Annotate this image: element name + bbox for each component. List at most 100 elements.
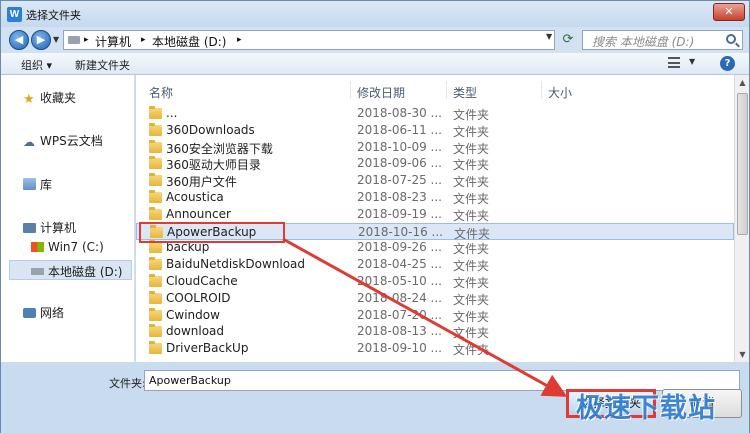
view-options-icon[interactable]	[668, 57, 680, 68]
help-icon[interactable]: ?	[720, 56, 735, 71]
file-name: Announcer	[166, 206, 231, 221]
file-name: DriverBackUp	[166, 341, 249, 356]
nav-label: 网络	[40, 306, 65, 320]
file-type: 文件夹	[453, 175, 490, 190]
column-divider[interactable]	[541, 81, 542, 99]
scroll-thumb[interactable]	[737, 93, 748, 235]
folder-icon	[149, 139, 162, 153]
file-name: 360Downloads	[166, 122, 255, 137]
nav-label: 库	[40, 178, 53, 192]
search-input[interactable]: 搜索 本地磁盘 (D:)	[582, 30, 743, 50]
nav-item-local-disk-d[interactable]: 本地磁盘 (D:)	[31, 263, 122, 280]
nav-item-win7[interactable]: Win7 (C:)	[31, 240, 104, 254]
nav-item-network[interactable]: 网络	[23, 304, 64, 321]
nav-label: 本地磁盘 (D:)	[48, 265, 123, 279]
column-header-type[interactable]: 类型	[453, 84, 477, 101]
organize-button[interactable]: 组织 ▾	[21, 57, 52, 73]
column-divider[interactable]	[446, 81, 447, 99]
drive-icon	[31, 268, 44, 275]
table-row[interactable]: ... 2018-08-30 ... 文件夹	[136, 105, 734, 122]
library-icon	[23, 178, 36, 190]
table-row[interactable]: COOLROID 2018-08-24 ... 文件夹	[136, 290, 734, 307]
breadcrumb-separator-icon: ▸	[237, 35, 242, 45]
nav-label: WPS云文档	[40, 134, 103, 148]
recent-dropdown-icon[interactable]: ▼	[53, 35, 59, 44]
forward-arrow-icon[interactable]: ▶	[31, 30, 51, 50]
drive-icon	[68, 36, 80, 44]
modified-date: 2018-06-11 ...	[357, 122, 442, 137]
file-type: 文件夹	[453, 326, 490, 341]
back-arrow-icon[interactable]: ◀	[9, 30, 29, 50]
table-row[interactable]: download 2018-08-13 ... 文件夹	[136, 323, 734, 340]
table-row[interactable]: Acoustica 2018-08-23 ... 文件夹	[136, 189, 734, 206]
view-dropdown-icon[interactable]: ▼	[689, 57, 695, 66]
table-row[interactable]: 360用户文件 2018-07-25 ... 文件夹	[136, 172, 734, 189]
folder-icon	[149, 106, 162, 119]
navigation-pane: ★ 收藏夹 ☁ WPS云文档 库 计算机 Win7 (C:) 本地磁盘 (D:) 网…	[1, 75, 135, 362]
folder-icon	[149, 173, 162, 187]
file-type: 文件夹	[453, 208, 490, 223]
modified-date: 2018-08-30 ...	[357, 106, 442, 120]
table-row[interactable]: Announcer 2018-09-19 ... 文件夹	[136, 206, 734, 223]
scroll-down-icon[interactable]: ▼	[735, 347, 750, 362]
file-type: 文件夹	[453, 242, 490, 257]
dialog-footer: 文件夹: ApowerBackup 选择文件夹 取消 极速下载站	[1, 362, 749, 433]
file-name: BaiduNetdiskDownload	[166, 257, 306, 272]
modified-date: 2018-09-06 ...	[357, 156, 442, 171]
annotation-highlight-box	[139, 222, 285, 243]
nav-item-computer[interactable]: 计算机	[23, 219, 76, 236]
close-button[interactable]: ✕	[713, 3, 745, 21]
table-row[interactable]: 360Downloads 2018-06-11 ... 文件夹	[136, 122, 734, 139]
breadcrumb-local-disk[interactable]: 本地磁盘 (D:)	[152, 33, 226, 50]
folder-icon	[149, 274, 162, 287]
refresh-icon[interactable]: ⟳	[559, 30, 577, 50]
column-header-size[interactable]: 大小	[548, 84, 572, 101]
folder-icon	[149, 324, 162, 338]
file-name: CloudCache	[166, 274, 238, 288]
nav-item-libraries[interactable]: 库	[23, 176, 52, 193]
column-header-date[interactable]: 修改日期	[357, 84, 405, 101]
file-type: 文件夹	[453, 309, 490, 324]
nav-label: 计算机	[40, 221, 77, 235]
column-header-name[interactable]: 名称	[149, 84, 173, 101]
search-icon	[726, 34, 736, 44]
file-name: 360安全浏览器下载	[166, 141, 273, 156]
address-bar[interactable]: ▸ 计算机 ▸ 本地磁盘 (D:) ▸	[63, 30, 555, 50]
search-placeholder: 搜索 本地磁盘 (D:)	[592, 35, 695, 49]
modified-date: 2018-09-26 ...	[357, 240, 442, 255]
table-row[interactable]: Cwindow 2018-07-20 ... 文件夹	[136, 307, 734, 324]
file-name: COOLROID	[166, 290, 231, 305]
star-icon: ★	[23, 92, 35, 107]
table-row[interactable]: CloudCache 2018-05-10 ... 文件夹	[136, 273, 734, 290]
file-name: download	[166, 324, 225, 339]
folder-icon	[149, 341, 162, 355]
table-row[interactable]: DriverBackUp 2018-09-10 ... 文件夹	[136, 340, 734, 357]
column-divider[interactable]	[350, 81, 351, 99]
new-folder-button[interactable]: 新建文件夹	[75, 57, 130, 73]
file-name: 360驱动大师目录	[166, 158, 261, 173]
nav-item-wps-cloud[interactable]: ☁ WPS云文档	[23, 132, 103, 149]
modified-date: 2018-09-19 ...	[357, 206, 442, 221]
windows-drive-icon	[31, 242, 44, 252]
scroll-up-icon[interactable]: ▲	[735, 75, 750, 90]
table-row[interactable]: 360安全浏览器下载 2018-10-09 ... 文件夹	[136, 139, 734, 156]
cloud-icon: ☁	[23, 135, 35, 149]
file-type: 文件夹	[453, 292, 490, 307]
file-name: Cwindow	[166, 307, 220, 322]
nav-label: Win7 (C:)	[48, 240, 104, 254]
file-name: ...	[166, 106, 178, 120]
file-type: 文件夹	[453, 124, 490, 139]
vertical-scrollbar[interactable]: ▲ ▼	[734, 75, 749, 362]
table-row[interactable]: BaiduNetdiskDownload 2018-04-25 ... 文件夹	[136, 256, 734, 273]
wps-app-icon: W	[7, 7, 22, 22]
network-icon	[23, 308, 36, 318]
address-dropdown-icon[interactable]: ▼	[546, 32, 552, 41]
table-row[interactable]: 360驱动大师目录 2018-09-06 ... 文件夹	[136, 155, 734, 172]
modified-date: 2018-07-25 ...	[357, 173, 442, 188]
computer-icon	[23, 223, 36, 233]
modified-date: 2018-05-10 ...	[357, 274, 442, 288]
nav-item-favorites[interactable]: ★ 收藏夹	[23, 89, 76, 106]
breadcrumb-computer[interactable]: 计算机	[95, 33, 131, 50]
breadcrumb-separator-icon: ▸	[141, 35, 146, 45]
file-dialog-window: W 选择文件夹 ✕ ◀ ▶ ▼ ▸ 计算机 ▸ 本地磁盘 (D:) ▸ ▼ ⟳ …	[0, 0, 750, 433]
